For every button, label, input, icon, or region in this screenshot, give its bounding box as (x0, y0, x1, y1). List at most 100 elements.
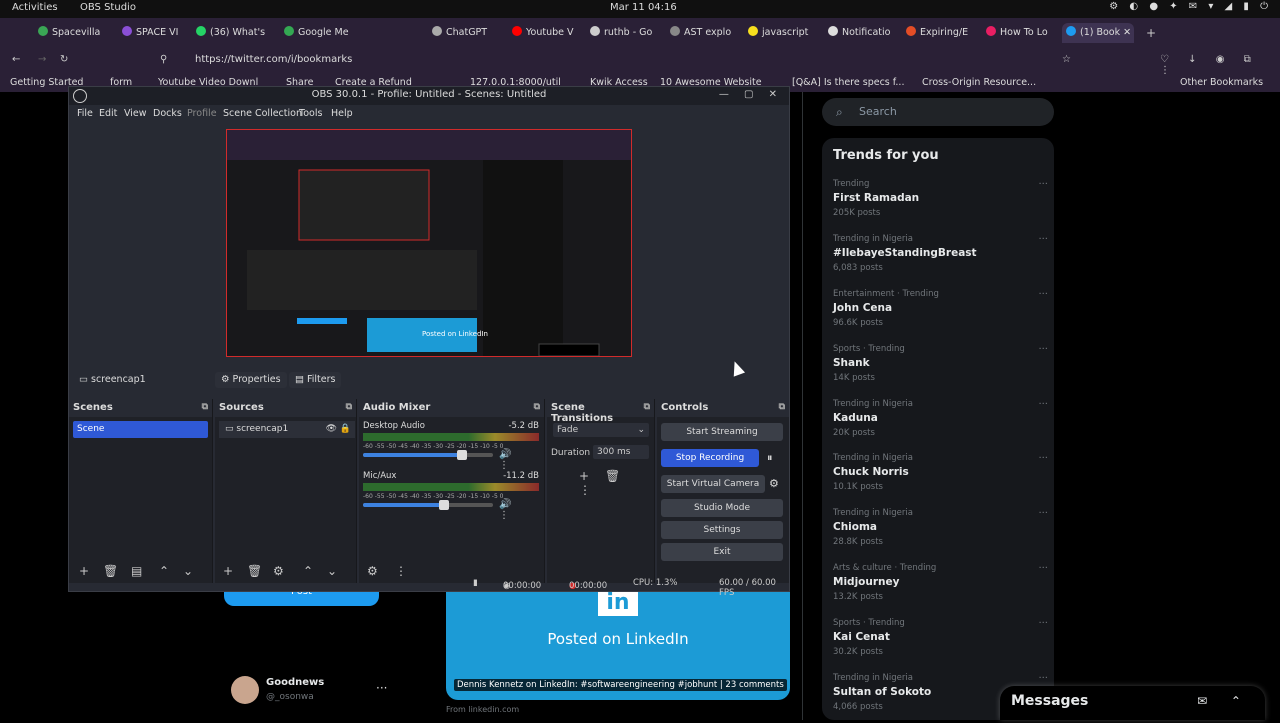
tab-javascript[interactable]: javascript (748, 23, 818, 43)
trend-item[interactable]: Entertainment · Trending John Cena 96.6K p… (833, 289, 1048, 339)
back-icon[interactable]: ← (12, 54, 20, 65)
undock-icon[interactable]: ⧉ (779, 402, 785, 412)
lock-icon[interactable]: 🔒 (340, 421, 351, 438)
more-options-icon[interactable]: ··· (1038, 508, 1048, 519)
transition-select[interactable]: Fade ⌄ (553, 423, 649, 437)
other-bookmarks-folder[interactable]: Other Bookmarks (1180, 77, 1263, 88)
trend-item[interactable]: Arts & culture · Trending Midjourney 13.2K… (833, 563, 1048, 613)
more-options-icon[interactable]: ··· (1038, 399, 1048, 410)
trend-item[interactable]: Trending First Ramadan 205K posts ··· (833, 179, 1048, 229)
tab-bookmarks-active[interactable]: (1) Book ✕ (1062, 23, 1134, 43)
volume-slider[interactable] (363, 500, 493, 510)
trend-item[interactable]: Sports · Trending Kai Cenat 30.2K posts ··· (833, 618, 1048, 668)
more-options-icon[interactable]: ··· (1038, 673, 1048, 684)
more-options-icon[interactable]: ··· (1038, 344, 1048, 355)
start-virtual-camera-button[interactable]: Start Virtual Camera (661, 475, 765, 493)
linkedin-card-caption: Dennis Kennetz on LinkedIn: #softwareeng… (454, 679, 787, 691)
system-tray-icons[interactable]: ⚙ ◐ ● ✦ ✉ ▾ ◢ ▮ ⏻ (1109, 1, 1272, 12)
transition-actions[interactable]: +🗑⋮ (579, 469, 654, 497)
tab-expiring[interactable]: Expiring/E (906, 23, 976, 43)
tab-ast-explorer[interactable]: AST explo (670, 23, 735, 43)
tab-github[interactable]: ruthb - Go (590, 23, 660, 43)
signal-icon: ▮ (473, 578, 478, 588)
stop-recording-button[interactable]: Stop Recording (661, 449, 759, 467)
filters-button[interactable]: ▤ Filters (289, 372, 342, 388)
trend-item[interactable]: Trending in Nigeria Chioma 28.8K posts ··· (833, 508, 1048, 558)
more-options-icon[interactable]: ··· (1038, 179, 1048, 190)
capture-messages (538, 343, 600, 356)
menu-view[interactable]: View (124, 108, 147, 119)
obs-preview-area[interactable]: Posted on LinkedIn (69, 123, 789, 363)
tab-space-vi[interactable]: SPACE VI (122, 23, 197, 43)
gear-icon: ⚙ (221, 374, 233, 385)
properties-button[interactable]: ⚙ Properties (215, 372, 287, 388)
tab-favicon (122, 26, 132, 36)
trend-item[interactable]: Trending in Nigeria #IlebayeStandingBreas… (833, 234, 1048, 284)
extension-icons[interactable]: ♡ ↓ ◉ ⧉ ⋮ (1160, 54, 1280, 76)
studio-mode-button[interactable]: Studio Mode (661, 499, 783, 517)
source-list-item[interactable]: ▭ screencap1 👁 🔒 (219, 421, 355, 438)
obs-title-bar[interactable]: OBS 30.0.1 - Profile: Untitled - Scenes:… (69, 87, 789, 105)
undock-icon[interactable]: ⧉ (534, 402, 540, 412)
undock-icon[interactable]: ⧉ (644, 402, 650, 412)
more-options-icon[interactable]: ··· (1038, 453, 1048, 464)
trend-item[interactable]: Sports · Trending Shank 14K posts ··· (833, 344, 1048, 394)
pause-icon[interactable]: ⏸ (767, 451, 773, 465)
reload-icon[interactable]: ↻ (60, 54, 68, 65)
menu-docks[interactable]: Docks (153, 108, 182, 119)
menu-file[interactable]: File (77, 108, 93, 119)
account-handle: @_osonwa (266, 692, 314, 702)
compose-message-icon[interactable]: ✉︎ ⌃ (1197, 694, 1251, 708)
menu-edit[interactable]: Edit (99, 108, 117, 119)
star-icon[interactable]: ☆ (1062, 54, 1071, 65)
speaker-icon[interactable]: 🔊⋮ (499, 449, 539, 471)
menu-profile[interactable]: Profile (187, 108, 217, 119)
tab-chatgpt[interactable]: ChatGPT (432, 23, 502, 43)
settings-button[interactable]: Settings (661, 521, 783, 539)
more-options-icon[interactable]: ··· (1038, 563, 1048, 574)
forward-icon[interactable]: → (38, 54, 46, 65)
bookmark-item[interactable]: Cross-Origin Resource... (922, 77, 1036, 88)
trend-item[interactable]: Trending in Nigeria Kaduna 20K posts ··· (833, 399, 1048, 449)
preview-canvas[interactable]: Posted on LinkedIn (226, 129, 632, 357)
volume-slider[interactable] (363, 450, 493, 460)
duration-field[interactable]: 300 ms (593, 445, 649, 459)
undock-icon[interactable]: ⧉ (202, 402, 208, 412)
tab-spacevilla[interactable]: Spacevilla (38, 23, 118, 43)
mixer-channel-desktop: Desktop Audio -5.2 dB -60 -55 -50 -45 -4… (363, 421, 539, 471)
fps-readout: 60.00 / 60.00 FPS (719, 578, 776, 598)
more-options-icon[interactable]: ··· (1038, 234, 1048, 245)
menu-tools[interactable]: Tools (299, 108, 322, 119)
tab-notifications[interactable]: Notificatio (828, 23, 898, 43)
search-input[interactable]: ⌕ Search (822, 98, 1054, 126)
new-tab-icon[interactable]: + (1146, 26, 1156, 40)
activities-button[interactable]: Activities (12, 2, 58, 13)
menu-scene-collection[interactable]: Scene Collection (223, 108, 302, 119)
gear-icon[interactable]: ⚙ (769, 477, 779, 490)
close-tab-icon[interactable]: ✕ (1123, 27, 1131, 38)
eye-icon[interactable]: 👁 (326, 421, 337, 438)
account-menu-icon[interactable]: ··· (376, 681, 387, 695)
window-controls[interactable]: — ▢ ✕ (719, 89, 783, 100)
tab-how-to[interactable]: How To Lo (986, 23, 1056, 43)
avatar[interactable] (231, 676, 259, 704)
speaker-icon[interactable]: 🔊⋮ (499, 499, 539, 521)
trend-item[interactable]: Trending in Nigeria Chuck Norris 10.1K pos… (833, 453, 1048, 503)
linkedin-link-card[interactable]: in Posted on LinkedIn Dennis Kennetz on … (446, 590, 790, 700)
tab-google-meet[interactable]: Google Me (284, 23, 364, 43)
tab-youtube[interactable]: Youtube V (512, 23, 582, 43)
undock-icon[interactable]: ⧉ (346, 402, 352, 412)
clock[interactable]: Mar 11 04:16 (610, 2, 677, 13)
url-field[interactable]: https://twitter.com/i/bookmarks (195, 54, 352, 65)
tab-whatsapp[interactable]: (36) What's (196, 23, 276, 43)
start-streaming-button[interactable]: Start Streaming (661, 423, 783, 441)
more-options-icon[interactable]: ··· (1038, 618, 1048, 629)
scene-list-item[interactable]: Scene (73, 421, 208, 438)
exit-button[interactable]: Exit (661, 543, 783, 561)
menu-help[interactable]: Help (331, 108, 353, 119)
trends-panel: Trends for you Trending First Ramadan 205K… (822, 138, 1054, 720)
more-options-icon[interactable]: ··· (1038, 289, 1048, 300)
bookmark-item[interactable]: [Q&A] Is there specs f... (792, 77, 904, 88)
messages-drawer[interactable]: Messages ✉︎ ⌃ (1000, 686, 1265, 720)
active-app-label[interactable]: OBS Studio (80, 2, 136, 13)
